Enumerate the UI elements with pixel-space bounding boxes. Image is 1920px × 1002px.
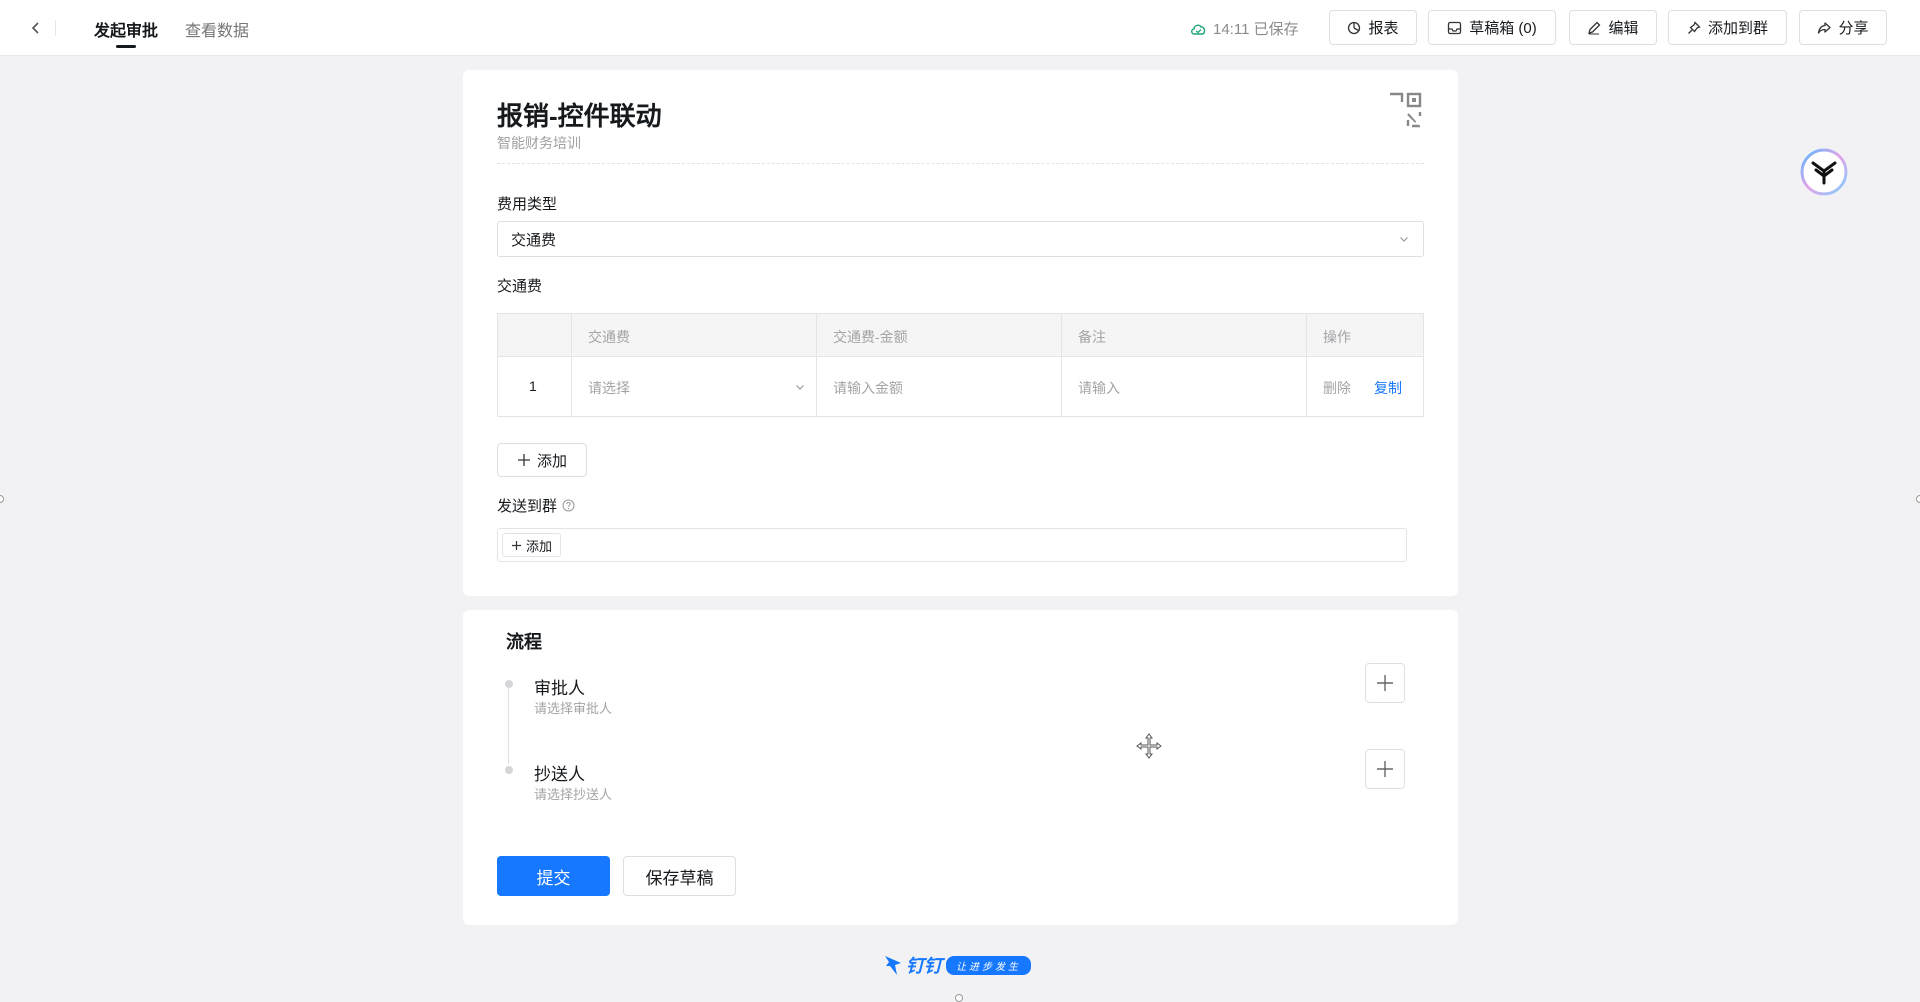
header-divider (497, 163, 1424, 164)
table-col-divider (1061, 314, 1062, 416)
add-cc-button[interactable] (1365, 749, 1405, 789)
back-button[interactable] (22, 14, 50, 42)
plus-icon (1377, 675, 1393, 691)
flow-connector-line (508, 686, 509, 764)
plus-icon (1377, 761, 1393, 777)
chevron-down-icon (796, 385, 804, 390)
add-to-group-label: 添加到群 (1707, 20, 1768, 37)
column-header-amount: 交通费-金额 (833, 329, 908, 345)
approver-hint: 请选择审批人 (534, 701, 613, 716)
chevron-down-icon (1400, 237, 1408, 242)
expense-type-select[interactable]: 交通费 (497, 221, 1424, 257)
plus-icon (512, 540, 521, 550)
cc-hint: 请选择抄送人 (534, 787, 613, 802)
submit-button[interactable]: 提交 (497, 856, 610, 896)
edit-button[interactable]: 编辑 (1569, 10, 1657, 45)
traffic-type-select[interactable]: 请选择 (588, 378, 806, 398)
save-draft-button[interactable]: 保存草稿 (623, 856, 736, 896)
pencil-icon (1588, 21, 1601, 34)
column-header-actions: 操作 (1323, 329, 1351, 345)
drafts-button[interactable]: 草稿箱 (0) (1428, 10, 1556, 45)
tab-start-approval[interactable]: 发起审批 (94, 17, 158, 48)
frame-handle-right (1916, 495, 1920, 503)
amount-input[interactable]: 请输入金额 (833, 378, 1053, 398)
form-card: 报销-控件联动 智能财务培训 费用类型 交通费 交通费 交通费 交通费-金额 备… (463, 70, 1458, 596)
expense-type-value: 交通费 (511, 231, 557, 249)
plus-icon (517, 454, 530, 466)
flow-card: 流程 审批人 请选择审批人 抄送人 请选择抄送人 提交 保存草稿 (463, 610, 1458, 925)
table-col-divider (571, 314, 572, 416)
add-group-button[interactable]: 添加 (502, 533, 562, 557)
help-icon[interactable] (562, 499, 575, 512)
brand-slogan: 让进步发生 (946, 955, 1031, 975)
traffic-table-label: 交通费 (497, 278, 543, 295)
form-subtitle: 智能财务培训 (497, 135, 581, 151)
dingtalk-logo-icon (885, 956, 901, 975)
tab-view-data[interactable]: 查看数据 (185, 17, 249, 41)
flow-step-dot (505, 680, 513, 688)
copy-row-link[interactable]: 复制 (1374, 378, 1402, 398)
report-label: 报表 (1368, 20, 1399, 37)
topbar-separator (55, 20, 56, 36)
add-to-group-button[interactable]: 添加到群 (1668, 10, 1787, 45)
column-header-remark: 备注 (1078, 329, 1106, 345)
row-index: 1 (529, 378, 537, 394)
ai-assistant-icon[interactable] (1798, 146, 1850, 198)
pin-icon (1688, 20, 1701, 34)
qr-code-icon[interactable] (1386, 90, 1426, 130)
add-group-label: 添加 (526, 538, 553, 554)
send-to-group-text: 发送到群 (497, 498, 558, 515)
add-row-button[interactable]: 添加 (497, 443, 587, 477)
delete-row-link[interactable]: 删除 (1323, 378, 1351, 398)
brand-name: 钉钉 (906, 956, 942, 976)
column-header-type: 交通费 (588, 329, 630, 345)
flow-step-dot (505, 766, 513, 774)
save-status: 14:11 已保存 (1190, 18, 1299, 39)
send-to-group-field: 添加 (497, 528, 1407, 562)
chart-pie-icon (1348, 21, 1361, 34)
save-status-text: 14:11 已保存 (1213, 21, 1299, 38)
edit-label: 编辑 (1608, 20, 1639, 37)
remark-input[interactable]: 请输入 (1078, 378, 1298, 398)
form-title: 报销-控件联动 (497, 101, 662, 131)
table-col-divider (1306, 314, 1307, 416)
send-to-group-label: 发送到群 (497, 495, 575, 516)
cc-label: 抄送人 (534, 765, 585, 784)
flow-title: 流程 (506, 632, 542, 652)
approver-label: 审批人 (534, 679, 585, 698)
share-button[interactable]: 分享 (1799, 10, 1887, 45)
top-bar: 发起审批 查看数据 14:11 已保存 报表 草稿箱 (0) 编辑 添加到群 分… (0, 0, 1920, 56)
share-icon (1818, 21, 1832, 34)
dingtalk-footer-logo: 钉钉 让进步发生 (884, 952, 1031, 978)
inbox-icon (1448, 21, 1462, 34)
expense-type-label: 费用类型 (497, 196, 558, 213)
drafts-label: 草稿箱 (0) (1469, 20, 1537, 37)
report-button[interactable]: 报表 (1329, 10, 1417, 45)
move-cursor-icon (1136, 733, 1162, 759)
cloud-check-icon (1191, 24, 1206, 35)
frame-handle-left (0, 495, 4, 503)
traffic-detail-table: 交通费 交通费-金额 备注 操作 1 请选择 请输入金额 请输入 删除 复制 (497, 313, 1424, 417)
add-approver-button[interactable] (1365, 663, 1405, 703)
add-row-label: 添加 (536, 452, 567, 470)
share-label: 分享 (1838, 20, 1869, 37)
chevron-left-icon (31, 22, 39, 34)
table-col-divider (816, 314, 817, 416)
table-header (498, 314, 1423, 357)
frame-handle-bottom (955, 994, 963, 1002)
traffic-type-placeholder: 请选择 (588, 380, 630, 396)
